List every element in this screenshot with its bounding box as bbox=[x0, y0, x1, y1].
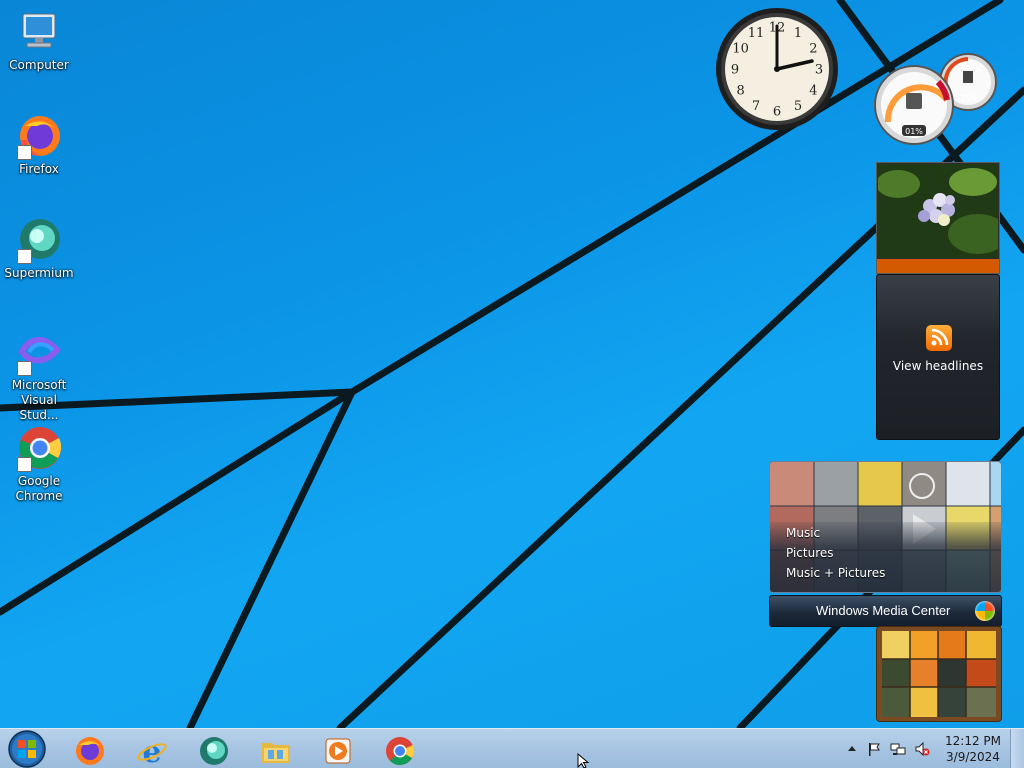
clock-numeral: 3 bbox=[815, 63, 823, 78]
chrome-icon bbox=[386, 737, 415, 766]
desktop-icon-visual-studio[interactable]: Microsoft Visual Stud... bbox=[2, 328, 76, 423]
media-center-banner[interactable]: Windows Media Center bbox=[769, 595, 1002, 627]
menu-item-music-pictures[interactable]: Music + Pictures bbox=[786, 566, 885, 580]
cpu-percent: 01% bbox=[905, 127, 923, 136]
puzzle-tiles bbox=[882, 631, 996, 717]
cpu-meter-gadget[interactable]: 25% 01% bbox=[872, 52, 1002, 148]
feed-headlines-gadget[interactable]: View headlines bbox=[876, 274, 1000, 440]
rss-icon bbox=[926, 325, 952, 351]
media-center-menu: Music Pictures Music + Pictures bbox=[770, 522, 1001, 592]
folder-icon bbox=[262, 743, 290, 763]
desktop[interactable]: Computer Firefox Supermium Microsoft Vis… bbox=[0, 0, 1024, 768]
show-hidden-icon[interactable] bbox=[844, 741, 860, 757]
show-desktop-button[interactable] bbox=[1010, 729, 1024, 768]
media-center-gadget[interactable]: Music Pictures Music + Pictures bbox=[769, 461, 1002, 593]
slideshow-gadget[interactable] bbox=[876, 162, 1000, 274]
media-player-icon bbox=[325, 738, 351, 764]
view-headlines-link[interactable]: View headlines bbox=[877, 359, 999, 373]
taskbar-media-player[interactable] bbox=[310, 731, 364, 767]
clock-numeral: 2 bbox=[809, 42, 817, 57]
volume-muted-icon[interactable] bbox=[914, 741, 930, 757]
clock-numeral: 9 bbox=[731, 63, 739, 78]
clock-numeral: 8 bbox=[736, 84, 744, 99]
clock-numeral: 4 bbox=[809, 84, 817, 99]
media-center-title: Windows Media Center bbox=[816, 603, 951, 618]
shortcut-arrow-icon bbox=[17, 145, 32, 160]
clock-numeral: 6 bbox=[773, 105, 781, 120]
clock-date: 3/9/2024 bbox=[946, 750, 1000, 764]
firefox-icon bbox=[15, 112, 63, 160]
clock-numeral: 10 bbox=[732, 42, 749, 57]
computer-icon bbox=[15, 8, 63, 56]
clock-gadget[interactable]: 121234567891011 bbox=[714, 6, 840, 132]
desktop-icon-label: Computer bbox=[9, 58, 69, 72]
desktop-icon-computer[interactable]: Computer bbox=[2, 8, 76, 73]
desktop-icon-label: Supermium bbox=[4, 266, 74, 280]
clock-numeral: 5 bbox=[794, 99, 802, 114]
desktop-icon-firefox[interactable]: Firefox bbox=[2, 112, 76, 177]
action-center-flag-icon[interactable] bbox=[866, 741, 882, 757]
supermium-icon bbox=[200, 737, 228, 765]
network-icon[interactable] bbox=[890, 741, 906, 757]
desktop-icon-chrome[interactable]: Google Chrome bbox=[2, 424, 76, 504]
visual-studio-icon bbox=[15, 328, 63, 376]
taskbar-firefox[interactable] bbox=[62, 731, 116, 767]
taskbar-file-explorer[interactable] bbox=[248, 731, 302, 767]
windows-orb-icon bbox=[975, 601, 995, 621]
taskbar: e 12:12 PM 3/9/2024 bbox=[0, 728, 1024, 768]
desktop-icon-label: Firefox bbox=[19, 162, 59, 176]
taskbar-supermium[interactable] bbox=[186, 731, 240, 767]
picture-puzzle-gadget[interactable] bbox=[876, 626, 1002, 722]
clock-time: 12:12 PM bbox=[945, 734, 1001, 748]
firefox-icon bbox=[76, 737, 104, 765]
mouse-cursor-icon bbox=[577, 753, 590, 768]
chrome-icon bbox=[15, 424, 63, 472]
system-tray: 12:12 PM 3/9/2024 bbox=[840, 729, 1024, 768]
slideshow-controls bbox=[877, 259, 999, 273]
taskbar-clock[interactable]: 12:12 PM 3/9/2024 bbox=[944, 733, 1002, 765]
clock-numeral: 1 bbox=[794, 26, 802, 41]
menu-item-pictures[interactable]: Pictures bbox=[786, 546, 834, 560]
memory-percent: 25% bbox=[960, 94, 978, 103]
taskbar-chrome[interactable] bbox=[372, 731, 426, 767]
slideshow-photo bbox=[878, 164, 998, 258]
shortcut-arrow-icon bbox=[17, 249, 32, 264]
wallpaper bbox=[0, 0, 1024, 732]
clock-numeral: 7 bbox=[752, 99, 760, 114]
shortcut-arrow-icon bbox=[17, 361, 32, 376]
supermium-icon bbox=[15, 216, 63, 264]
desktop-icon-supermium[interactable]: Supermium bbox=[2, 216, 76, 281]
taskbar-internet-explorer[interactable]: e bbox=[124, 731, 178, 767]
internet-explorer-icon: e bbox=[137, 735, 167, 767]
menu-item-music[interactable]: Music bbox=[786, 526, 820, 540]
desktop-icon-label: Microsoft Visual Stud... bbox=[11, 378, 67, 422]
shortcut-arrow-icon bbox=[17, 457, 32, 472]
clock-numeral: 11 bbox=[748, 26, 765, 41]
start-button[interactable] bbox=[3, 729, 51, 768]
desktop-icon-label: Google Chrome bbox=[15, 474, 63, 503]
